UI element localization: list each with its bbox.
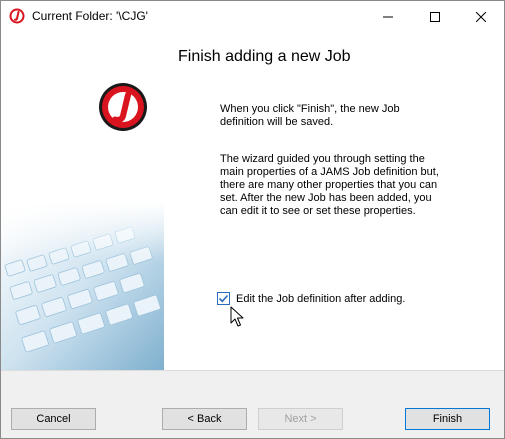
- edit-after-adding-label[interactable]: Edit the Job definition after adding.: [236, 293, 405, 305]
- jams-logo-icon: [9, 8, 25, 24]
- finish-button[interactable]: Finish: [405, 408, 490, 430]
- finish-description: When you click "Finish", the new Job def…: [220, 103, 400, 128]
- close-icon: [476, 11, 486, 22]
- minimize-icon: [383, 16, 393, 17]
- edit-after-adding-option[interactable]: Edit the Job definition after adding.: [217, 292, 405, 305]
- next-button: Next >: [258, 408, 343, 430]
- checkmark-icon: [218, 294, 229, 303]
- title-bar[interactable]: Current Folder: '\CJG': [1, 1, 504, 32]
- wizard-side-image: [1, 32, 164, 370]
- edit-after-adding-checkbox[interactable]: [217, 292, 230, 305]
- window-title: Current Folder: '\CJG': [32, 9, 148, 23]
- cancel-button[interactable]: Cancel: [11, 408, 96, 430]
- wizard-heading: Finish adding a new Job: [178, 48, 351, 65]
- back-button[interactable]: < Back: [162, 408, 247, 430]
- maximize-icon: [430, 11, 440, 22]
- mouse-pointer-icon: [230, 306, 244, 327]
- keyboard-image: [1, 202, 164, 370]
- maximize-button[interactable]: [412, 1, 458, 32]
- minimize-button[interactable]: [365, 1, 411, 32]
- wizard-window: Current Folder: '\CJG' Finish adding a n…: [0, 0, 505, 439]
- wizard-summary-text: The wizard guided you through setting th…: [220, 153, 439, 217]
- jams-logo: [99, 83, 147, 131]
- wizard-button-bar: Cancel < Back Next > Finish: [1, 370, 504, 438]
- close-button[interactable]: [458, 1, 504, 32]
